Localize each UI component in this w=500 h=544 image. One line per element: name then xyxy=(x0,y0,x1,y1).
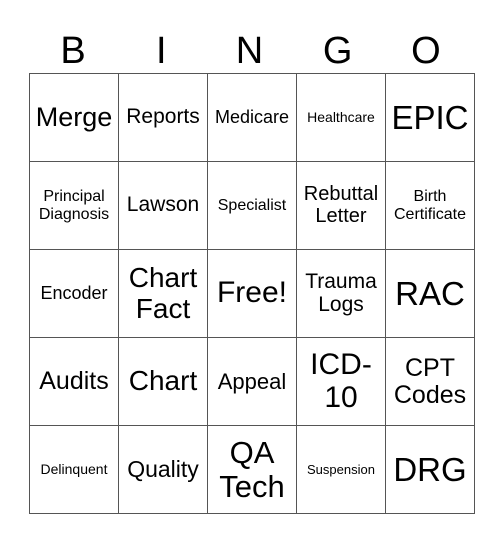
bingo-cell[interactable]: Delinquent xyxy=(29,425,119,514)
bingo-cell[interactable]: Reports xyxy=(118,73,208,162)
cell-text: Delinquent xyxy=(40,460,108,477)
cell-text: ICD-10 xyxy=(310,348,372,414)
cell-text: Free! xyxy=(216,276,288,310)
bingo-cell[interactable]: EPIC xyxy=(385,73,475,162)
cell-text: Specialist xyxy=(217,196,287,214)
header-letter-b: B xyxy=(60,30,86,72)
bingo-cell[interactable]: Specialist xyxy=(207,161,297,250)
header-letter-o: O xyxy=(411,30,441,72)
bingo-cell[interactable]: Encoder xyxy=(29,249,119,338)
grid-row: Merge Reports Medicare Healthcare EPIC xyxy=(29,73,475,162)
cell-text: Audits xyxy=(39,367,109,395)
cell-text: Rebuttal Letter xyxy=(303,182,379,227)
bingo-card-grid: Merge Reports Medicare Healthcare EPIC P… xyxy=(29,73,475,514)
cell-text: Chart Fact xyxy=(128,262,198,324)
grid-row: Delinquent Quality QA Tech Suspension DR… xyxy=(29,425,475,514)
cell-text: Birth Certificate xyxy=(393,188,467,223)
cell-text: EPIC xyxy=(391,98,469,136)
bingo-cell[interactable]: QA Tech xyxy=(207,425,297,514)
cell-text: QA Tech xyxy=(219,435,285,504)
bingo-cell[interactable]: CPT Codes xyxy=(385,337,475,426)
cell-text: Reports xyxy=(126,105,200,129)
header-letter-g: G xyxy=(322,30,353,72)
bingo-cell[interactable]: Audits xyxy=(29,337,119,426)
bingo-cell[interactable]: Quality xyxy=(118,425,208,514)
bingo-cell[interactable]: Medicare xyxy=(207,73,297,162)
bingo-cell[interactable]: Rebuttal Letter xyxy=(296,161,386,250)
cell-text: Principal Diagnosis xyxy=(38,188,110,223)
bingo-cell[interactable]: Healthcare xyxy=(296,73,386,162)
cell-text: Trauma Logs xyxy=(305,269,377,316)
bingo-cell[interactable]: Chart Fact xyxy=(118,249,208,338)
cell-text: Healthcare xyxy=(307,108,375,125)
cell-text: Medicare xyxy=(214,106,290,127)
cell-text: RAC xyxy=(395,274,465,312)
bingo-cell[interactable]: Merge xyxy=(29,73,119,162)
cell-text: Appeal xyxy=(217,368,287,394)
cell-text: Quality xyxy=(127,456,199,483)
grid-row: Encoder Chart Fact Free! Trauma Logs RAC xyxy=(29,249,475,338)
cell-text: Encoder xyxy=(40,282,108,303)
bingo-cell[interactable]: Principal Diagnosis xyxy=(29,161,119,250)
bingo-cell[interactable]: Trauma Logs xyxy=(296,249,386,338)
grid-row: Audits Chart Appeal ICD-10 CPT Codes xyxy=(29,337,475,426)
bingo-cell[interactable]: Appeal xyxy=(207,337,297,426)
cell-text: Chart xyxy=(128,365,198,397)
cell-text: DRG xyxy=(393,450,467,488)
bingo-cell[interactable]: Suspension xyxy=(296,425,386,514)
cell-text: Lawson xyxy=(126,193,200,217)
grid-row: Principal Diagnosis Lawson Specialist Re… xyxy=(29,161,475,250)
bingo-cell[interactable]: Birth Certificate xyxy=(385,161,475,250)
header-letter-n: N xyxy=(235,30,264,72)
bingo-cell[interactable]: RAC xyxy=(385,249,475,338)
cell-text: Merge xyxy=(35,101,113,132)
bingo-cell[interactable]: ICD-10 xyxy=(296,337,386,426)
bingo-cell[interactable]: Free! xyxy=(207,249,297,338)
bingo-cell[interactable]: Lawson xyxy=(118,161,208,250)
header-letter-i: I xyxy=(156,30,167,72)
bingo-header: B I N G O xyxy=(29,30,470,73)
cell-text: CPT Codes xyxy=(393,353,467,409)
bingo-cell[interactable]: DRG xyxy=(385,425,475,514)
bingo-cell[interactable]: Chart xyxy=(118,337,208,426)
cell-text: Suspension xyxy=(307,461,375,477)
